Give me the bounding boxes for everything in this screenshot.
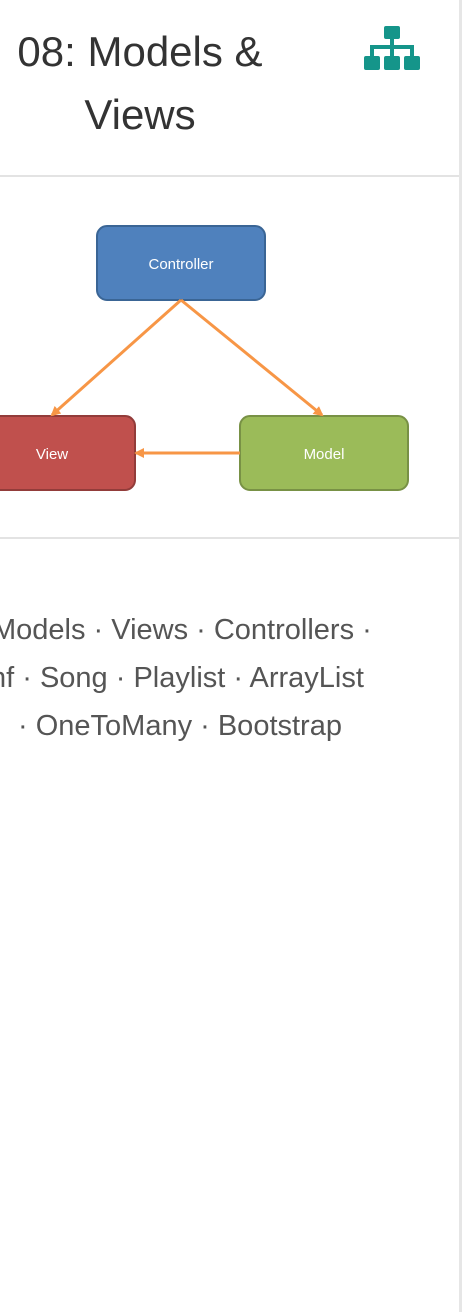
model-node: Model [239, 415, 409, 491]
controller-label: Controller [148, 256, 213, 273]
lab-card[interactable]: 08: Models & Views Controller View Model… [0, 0, 462, 1312]
title-line-2: Views [84, 91, 196, 138]
controller-node: Controller [96, 225, 266, 301]
tag-line-1: Models · Views · Controllers · [0, 614, 372, 646]
tag-line-2: nf · Song · Playlist · ArrayList [0, 662, 364, 694]
controller-to-view-arrow [50, 298, 182, 417]
model-label: Model [304, 446, 345, 463]
controller-to-model-arrow [180, 298, 324, 417]
page-title: 08: Models & Views [0, 20, 300, 146]
view-label: View [36, 446, 68, 463]
tag-line-3: · OneToMany · Bootstrap [18, 710, 342, 742]
card-header: 08: Models & Views [0, 0, 459, 177]
view-node: View [0, 415, 136, 491]
mvc-diagram: Controller View Model [0, 177, 459, 539]
mvc-diagram-svg: Controller View Model [0, 225, 409, 491]
sitemap-icon[interactable] [364, 26, 420, 72]
title-line-1: 08: Models & [17, 28, 263, 75]
tag-list: Models · Views · Controllers · nf · Song… [0, 606, 459, 756]
